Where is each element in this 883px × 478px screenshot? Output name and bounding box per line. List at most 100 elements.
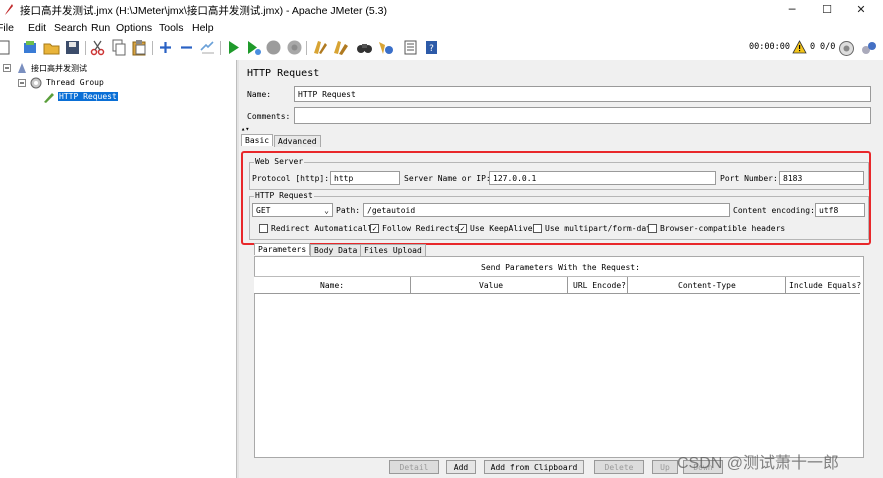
parameters-caption: Send Parameters With the Request:	[481, 263, 640, 272]
title-bar: 接口高并发测试.jmx (H:\JMeter\jmx\接口高并发测试.jmx) …	[0, 0, 883, 20]
name-label: Name:	[247, 90, 272, 99]
port-field[interactable]: 8183	[779, 171, 864, 185]
tab-files-upload[interactable]: Files Upload	[360, 244, 426, 256]
open-folder-icon[interactable]	[43, 39, 60, 56]
expand-all-icon[interactable]	[157, 39, 174, 56]
add-button[interactable]: Add	[446, 460, 476, 474]
collapse-icon[interactable]	[18, 79, 26, 87]
menu-file[interactable]: File	[0, 22, 14, 34]
path-label: Path:	[336, 206, 361, 215]
multipart-checkbox[interactable]	[533, 224, 542, 233]
collapse-arrows-icon[interactable]: ▴▾	[241, 125, 249, 133]
delete-button[interactable]: Delete	[594, 460, 644, 474]
server-name-field[interactable]: 127.0.0.1	[489, 171, 716, 185]
redirect-automatically-label: Redirect Automatically	[271, 224, 377, 233]
collapse-icon[interactable]	[3, 64, 11, 72]
browser-compatible-label: Browser-compatible headers	[660, 224, 786, 233]
add-from-clipboard-button[interactable]: Add from Clipboard	[484, 460, 584, 474]
encoding-label: Content encoding:	[733, 206, 815, 215]
tab-body-data[interactable]: Body Data	[310, 244, 362, 256]
server-name-label: Server Name or IP:	[404, 174, 491, 183]
protocol-field[interactable]: http	[330, 171, 400, 185]
tree-item-test-plan[interactable]: 接口高并发测试	[31, 63, 87, 74]
test-plan-icon	[18, 63, 26, 73]
stop-icon[interactable]	[265, 39, 282, 56]
window-title: 接口高并发测试.jmx (H:\JMeter\jmx\接口高并发测试.jmx) …	[20, 5, 387, 17]
menu-edit[interactable]: Edit	[28, 22, 46, 34]
help-book-icon[interactable]: ?	[423, 39, 440, 56]
minimize-button[interactable]: ─	[784, 2, 800, 18]
browser-compatible-checkbox[interactable]	[648, 224, 657, 233]
copy-icon[interactable]	[110, 39, 127, 56]
element-editor: HTTP Request Name: HTTP Request Comments…	[239, 60, 883, 478]
search-binoculars-icon[interactable]	[356, 39, 373, 56]
chevron-down-icon: ⌄	[324, 206, 329, 215]
tree-item-http-request[interactable]: HTTP Request	[58, 92, 118, 101]
column-include-equals: Include Equals?	[789, 281, 862, 290]
toggle-icon[interactable]	[199, 39, 216, 56]
tab-basic[interactable]: Basic	[241, 134, 274, 146]
path-field[interactable]: /getautoid	[363, 203, 730, 217]
column-name: Name:	[320, 281, 345, 290]
error-count: 0	[810, 42, 816, 52]
toolbar: ? 00:00:00 0 0/0	[0, 37, 883, 59]
menu-options[interactable]: Options	[116, 22, 152, 34]
reset-search-icon[interactable]	[377, 39, 394, 56]
elapsed-timer: 00:00:00	[749, 42, 790, 52]
log-viewer-icon[interactable]	[860, 40, 877, 57]
menu-run[interactable]: Run	[91, 22, 110, 34]
new-file-icon[interactable]	[0, 39, 13, 56]
svg-text:?: ?	[429, 44, 434, 54]
multipart-label: Use multipart/form-data	[545, 224, 656, 233]
clear-all-icon[interactable]	[332, 39, 349, 56]
up-button[interactable]: Up	[652, 460, 678, 474]
http-request-legend: HTTP Request	[254, 191, 314, 200]
use-keepalive-checkbox[interactable]: ✓	[458, 224, 467, 233]
templates-icon[interactable]	[22, 39, 39, 56]
detail-button[interactable]: Detail	[389, 460, 439, 474]
save-icon[interactable]	[64, 39, 81, 56]
page-title: HTTP Request	[247, 68, 320, 79]
redirect-automatically-checkbox[interactable]	[259, 224, 268, 233]
comments-label: Comments:	[247, 112, 291, 121]
collapse-all-icon[interactable]	[178, 39, 195, 56]
close-button[interactable]: ✕	[853, 2, 869, 18]
running-indicator-icon	[839, 41, 854, 56]
paste-icon[interactable]	[131, 39, 148, 56]
shutdown-icon[interactable]	[286, 39, 303, 56]
warning-icon[interactable]	[792, 40, 807, 54]
start-no-pauses-icon[interactable]	[245, 39, 262, 56]
gear-icon	[30, 77, 42, 89]
encoding-field[interactable]: utf8	[815, 203, 865, 217]
clear-icon[interactable]	[311, 39, 328, 56]
protocol-label: Protocol [http]:	[252, 174, 330, 183]
active-threads: 0/0	[820, 42, 836, 52]
method-value: GET	[256, 206, 271, 215]
sampler-pen-icon	[44, 93, 54, 103]
watermark: CSDN @测试萧十一郎	[677, 455, 840, 472]
tree-item-thread-group[interactable]: Thread Group	[46, 78, 104, 87]
menu-bar: File Edit Search Run Options Tools Help	[0, 20, 883, 36]
comments-field[interactable]	[294, 107, 871, 124]
follow-redirects-label: Follow Redirects	[382, 224, 460, 233]
column-url-encode: URL Encode?	[573, 281, 626, 290]
column-content-type: Content-Type	[678, 281, 736, 290]
menu-search[interactable]: Search	[54, 22, 87, 34]
menu-tools[interactable]: Tools	[159, 22, 184, 34]
maximize-button[interactable]: ☐	[819, 2, 835, 18]
menu-help[interactable]: Help	[192, 22, 214, 34]
web-server-legend: Web Server	[254, 157, 305, 166]
port-label: Port Number:	[720, 174, 778, 183]
column-value: Value	[479, 281, 504, 290]
test-plan-tree: 接口高并发测试 Thread Group HTTP Request	[0, 60, 236, 478]
cut-icon[interactable]	[89, 39, 106, 56]
function-helper-icon[interactable]	[402, 39, 419, 56]
parameters-header: Name: Value URL Encode? Content-Type Inc…	[254, 276, 862, 294]
jmeter-feather-icon	[5, 4, 13, 15]
start-icon[interactable]	[225, 39, 242, 56]
name-field[interactable]: HTTP Request	[294, 86, 871, 102]
method-select[interactable]: GET ⌄	[252, 203, 333, 217]
tab-advanced[interactable]: Advanced	[274, 135, 321, 147]
tab-parameters[interactable]: Parameters	[254, 243, 311, 255]
follow-redirects-checkbox[interactable]: ✓	[370, 224, 379, 233]
